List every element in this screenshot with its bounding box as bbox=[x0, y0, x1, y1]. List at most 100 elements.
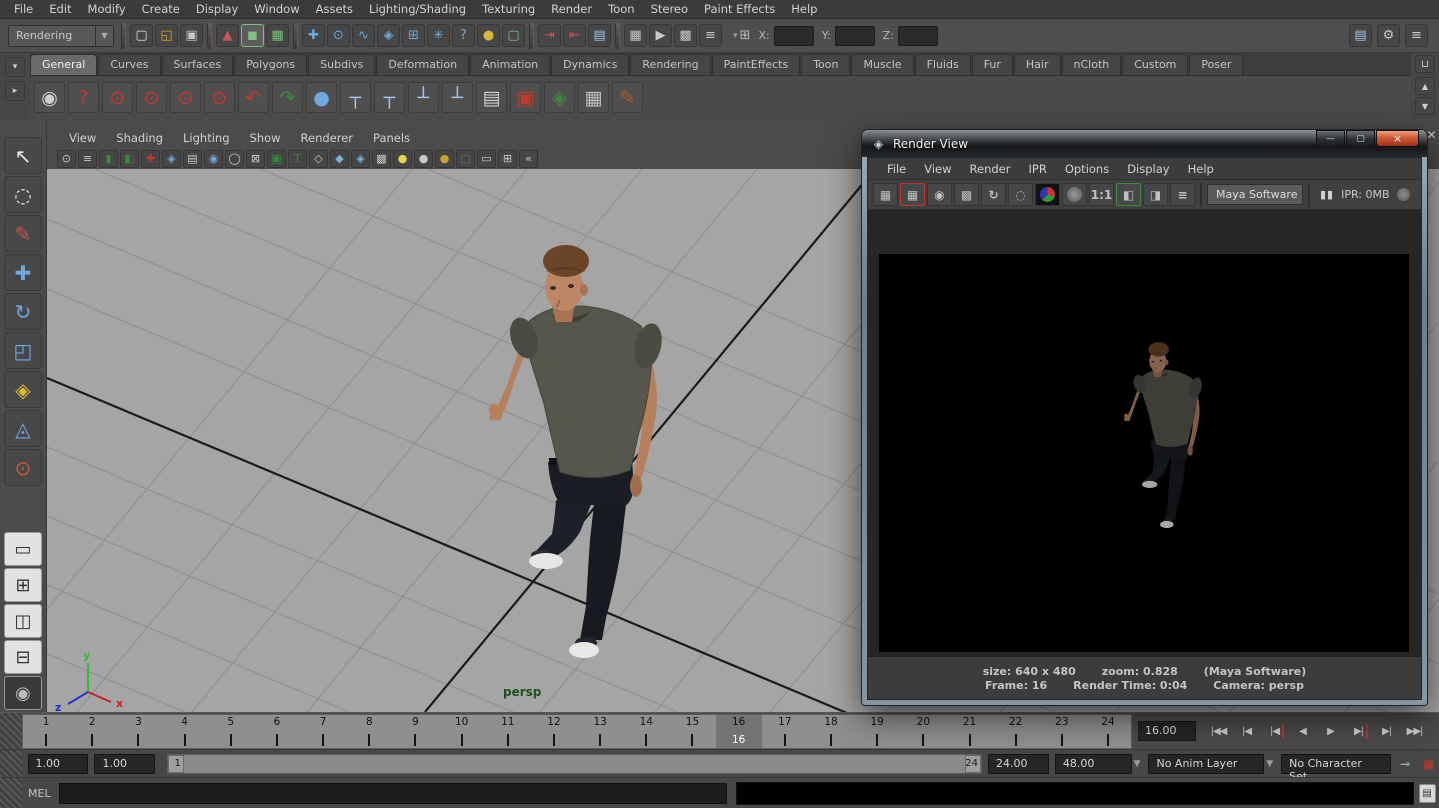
shelf-tab[interactable]: General bbox=[30, 54, 97, 75]
menu-item[interactable]: Help bbox=[783, 0, 825, 19]
render-view-canvas[interactable] bbox=[868, 210, 1421, 657]
lasso-select-tool[interactable]: ◌ bbox=[4, 176, 42, 213]
command-line-grip[interactable] bbox=[0, 778, 22, 808]
frame-cell[interactable]: 5 bbox=[208, 715, 254, 748]
shelf-tab[interactable]: Subdivs bbox=[308, 54, 375, 75]
frame-cell[interactable]: 8 bbox=[346, 715, 392, 748]
attribute-editor-icon[interactable]: ▤ bbox=[1349, 24, 1372, 47]
frame-cell[interactable]: 9 bbox=[392, 715, 438, 748]
render-view-menu-item[interactable]: Help bbox=[1179, 162, 1223, 176]
shelf-tab[interactable]: Custom bbox=[1122, 54, 1188, 75]
render-settings-icon[interactable]: ≡ bbox=[699, 24, 722, 47]
close-button[interactable]: × bbox=[1376, 130, 1419, 147]
shelf-tab[interactable]: Fluids bbox=[915, 54, 971, 75]
render-region-icon[interactable]: ◌ bbox=[1008, 183, 1033, 206]
snap-to-curves-icon[interactable]: ∿ bbox=[352, 24, 375, 47]
minimize-button[interactable]: — bbox=[1316, 130, 1345, 147]
auto-keyframe-icon[interactable]: ▦ bbox=[1419, 754, 1439, 774]
render-view-titlebar[interactable]: ◈ Render View —▢× bbox=[862, 130, 1427, 157]
hypergraph-persp-layout[interactable]: ◉ bbox=[4, 676, 42, 710]
redo-icon[interactable]: ↷ bbox=[272, 82, 303, 113]
paint-script-icon[interactable]: ✎ bbox=[612, 82, 643, 113]
display-real-size-icon[interactable]: 1:1 bbox=[1089, 183, 1114, 206]
current-time-field[interactable]: 16.00 bbox=[1138, 721, 1196, 741]
single-pane-layout[interactable]: ▭ bbox=[4, 532, 42, 566]
frame-cell[interactable]: 22 bbox=[993, 715, 1039, 748]
lock-selection-icon[interactable]: ● bbox=[477, 24, 500, 47]
x-coordinate-field[interactable] bbox=[774, 26, 814, 46]
playback-range-bar[interactable]: 1 24 bbox=[167, 754, 982, 774]
menu-set-selector[interactable]: Rendering ▼ bbox=[8, 25, 114, 47]
wireframe-icon[interactable]: ◇ bbox=[309, 150, 328, 168]
frame-cell[interactable]: 11 bbox=[485, 715, 531, 748]
help-shelf-icon[interactable]: ? bbox=[68, 82, 99, 113]
status-separator[interactable] bbox=[293, 23, 298, 49]
rotate-tool[interactable]: ↻ bbox=[4, 293, 42, 330]
range-start-handle[interactable]: 1 bbox=[168, 755, 184, 773]
snap-move-icon[interactable]: ✚ bbox=[302, 24, 325, 47]
rgb-channels-icon[interactable] bbox=[1035, 183, 1060, 206]
unparent-icon[interactable]: ┴ bbox=[442, 82, 473, 113]
shelf-trash-icon[interactable]: ⊔ bbox=[1415, 55, 1435, 73]
frame-cell[interactable]: 1 bbox=[23, 715, 69, 748]
new-scene-icon[interactable]: ▢ bbox=[130, 24, 153, 47]
step-back-key-button[interactable]: |◀ bbox=[1262, 720, 1287, 742]
shelf-tab[interactable]: Hair bbox=[1014, 54, 1061, 75]
highlight-selection-icon[interactable]: ▢ bbox=[502, 24, 525, 47]
menu-item[interactable]: Edit bbox=[41, 0, 79, 19]
anim-layer-field[interactable]: No Anim Layer bbox=[1148, 754, 1264, 774]
menu-item[interactable]: Toon bbox=[600, 0, 642, 19]
frame-cell[interactable]: 13 bbox=[577, 715, 623, 748]
playback-start-field[interactable]: 1.00 bbox=[94, 754, 155, 774]
character-set-arrow-icon[interactable]: ▼ bbox=[1266, 759, 1273, 769]
chevron-down-icon[interactable]: ▾ bbox=[733, 31, 738, 41]
select-tool[interactable]: ↖ bbox=[4, 137, 42, 174]
panel-menu-item[interactable]: Shading bbox=[106, 131, 173, 145]
shelf-tab[interactable]: Surfaces bbox=[162, 54, 234, 75]
show-manipulator-tool[interactable]: ⊙ bbox=[4, 449, 42, 486]
time-slider-grip[interactable] bbox=[0, 713, 22, 749]
snap-to-planes-icon[interactable]: ◈ bbox=[377, 24, 400, 47]
go-to-end-button[interactable]: ▶▶| bbox=[1402, 720, 1427, 742]
snap-to-grids-icon[interactable]: ⊞ bbox=[402, 24, 425, 47]
safe-title-icon[interactable]: T bbox=[288, 150, 307, 168]
menu-item[interactable]: Paint Effects bbox=[696, 0, 783, 19]
frame-cell[interactable]: 17 bbox=[762, 715, 808, 748]
menu-item[interactable]: Display bbox=[188, 0, 246, 19]
menu-item[interactable]: Assets bbox=[308, 0, 361, 19]
timeline[interactable]: 1 2 3 4 bbox=[22, 714, 1132, 749]
default-light-icon[interactable]: ● bbox=[414, 150, 433, 168]
frame-cell[interactable]: 18 bbox=[808, 715, 854, 748]
open-render-settings-icon[interactable]: ≡ bbox=[1170, 183, 1195, 206]
frame-cell[interactable]: 16 16 bbox=[716, 715, 762, 748]
shelf-options-icon[interactable]: ▸ bbox=[5, 81, 25, 101]
y-coordinate-field[interactable] bbox=[835, 26, 875, 46]
frame-cell[interactable]: 3 bbox=[115, 715, 161, 748]
channel-box-icon[interactable]: ≡ bbox=[1405, 24, 1428, 47]
camera-tumble-icon[interactable]: ⊙ bbox=[170, 82, 201, 113]
animation-start-field[interactable]: 1.00 bbox=[28, 754, 89, 774]
isolate-select-icon[interactable]: ▢ bbox=[456, 150, 475, 168]
render-view-menu-item[interactable]: File bbox=[878, 162, 915, 176]
tool-settings-icon[interactable]: ⚙ bbox=[1377, 24, 1400, 47]
four-pane-layout[interactable]: ⊞ bbox=[4, 568, 42, 602]
single-pane-icon[interactable]: ▭ bbox=[477, 150, 496, 168]
open-render-view-icon[interactable]: ▦ bbox=[624, 24, 647, 47]
render-icon[interactable]: ▦ bbox=[873, 183, 898, 206]
play-backwards-button[interactable]: ◀ bbox=[1290, 720, 1315, 742]
universal-manipulator-tool[interactable]: ◈ bbox=[4, 371, 42, 408]
range-end-handle[interactable]: 24 bbox=[965, 755, 981, 773]
menu-item[interactable]: Window bbox=[246, 0, 307, 19]
camera-zoom-icon[interactable]: ⊙ bbox=[204, 82, 235, 113]
undo-icon[interactable]: ↶ bbox=[238, 82, 269, 113]
pane-share-icon[interactable]: « bbox=[519, 150, 538, 168]
z-coordinate-field[interactable] bbox=[898, 26, 938, 46]
select-camera-icon[interactable]: ⊙ bbox=[57, 150, 76, 168]
redo-previous-render-icon[interactable]: ▦ bbox=[900, 183, 925, 206]
menu-item[interactable]: Lighting/Shading bbox=[361, 0, 474, 19]
multi-pane-icon[interactable]: ⊞ bbox=[498, 150, 517, 168]
shelf-tab[interactable]: Poser bbox=[1189, 54, 1243, 75]
mel-input[interactable] bbox=[59, 783, 727, 804]
menu-item[interactable]: Stereo bbox=[643, 0, 696, 19]
mel-label[interactable]: MEL bbox=[28, 787, 51, 800]
